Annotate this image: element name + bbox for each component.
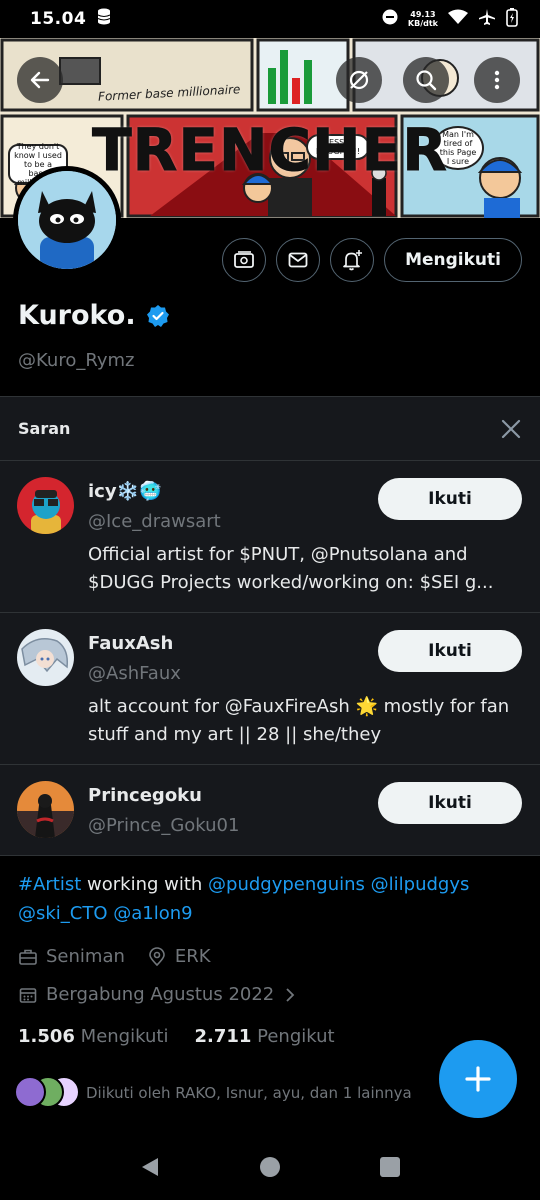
plus-icon [465,1066,491,1092]
mention-link[interactable]: @ski_CTO [18,903,108,924]
battery-icon [506,7,518,32]
circle-home-icon [260,1157,280,1177]
follower-avatars [14,1076,80,1110]
nav-recents-button[interactable] [378,1155,402,1183]
suggestion-item[interactable]: Princegoku @Prince_Goku01 Ikuti [0,765,540,857]
followed-by-row[interactable]: Diikuti oleh RAKO, Isnur, ayu, dan 1 lai… [14,1076,412,1110]
square-recents-icon [380,1157,400,1177]
black-cat-avatar-icon [18,171,116,269]
suggestions-header: Saran [0,397,540,461]
wifi-icon [448,9,468,30]
icy-avatar-icon [17,477,74,534]
notifications-button[interactable] [330,238,375,282]
suggestion-name: Princegoku [88,785,202,806]
fauxash-avatar-icon [17,629,74,686]
follow-button[interactable]: Ikuti [378,782,522,824]
nav-back-button[interactable] [138,1155,162,1183]
airplane-icon [478,8,496,31]
close-icon [501,419,521,438]
suggestion-avatar[interactable] [17,629,74,686]
do-not-disturb-icon [382,9,398,30]
suggestion-avatar[interactable] [17,477,74,534]
following-stat[interactable]: 1.506 Mengikuti [18,1026,168,1047]
follow-button[interactable]: Ikuti [378,630,522,672]
briefcase-icon [19,949,37,965]
profession: Seniman [46,946,125,967]
profile-avatar[interactable] [13,166,121,274]
follow-stats: 1.506 Mengikuti 2.711 Pengikut [18,1026,335,1047]
following-count: 1.506 [18,1026,75,1047]
bio-text: working with [81,874,209,895]
profile-bio: #Artist working with @pudgypenguins @lil… [18,870,522,928]
arrow-left-icon [30,71,50,89]
hashtag-link[interactable]: #Artist [18,874,81,895]
followers-stat[interactable]: 2.711 Pengikut [194,1026,334,1047]
suggestion-item[interactable]: FauxAsh @AshFaux alt account for @FauxFi… [0,613,540,765]
money-icon [234,251,254,268]
calendar-icon [19,987,37,1003]
subscribe-button[interactable] [222,238,267,282]
princegoku-avatar-icon [17,781,74,838]
grok-button[interactable] [336,57,382,103]
avatar [18,171,116,269]
search-icon [416,70,437,91]
grok-icon [349,70,369,90]
display-name: Kuroko. [18,300,136,331]
suggestion-name: icy❄️🥶 [88,481,162,502]
suggestion-avatar[interactable] [17,781,74,838]
chevron-right-icon [286,987,295,1002]
suggestions-panel: Saran icy❄️🥶 @Ice_drawsart Official arti… [0,396,540,856]
suggestions-title: Saran [18,419,71,438]
avatar [14,1076,46,1108]
more-vertical-icon [494,70,500,90]
profile-actions: Mengikuti [222,238,522,282]
profile-handle: @Kuro_Rymz [18,350,135,371]
followers-count: 2.711 [194,1026,252,1047]
search-button[interactable] [403,57,449,103]
suggestion-handle: @AshFaux [88,663,181,684]
join-date: Bergabung Agustus 2022 [46,984,275,1005]
net-speed-unit: KB/dtk [407,19,438,28]
status-time: 15.04 [30,9,87,29]
envelope-icon [288,252,308,268]
profile-meta-row: Seniman ERK [18,946,211,967]
following-label: Mengikuti [80,1026,169,1047]
suggestion-handle: @Prince_Goku01 [88,815,240,836]
message-button[interactable] [276,238,321,282]
compose-post-button[interactable] [439,1040,517,1118]
more-options-button[interactable] [474,57,520,103]
followed-by-text: Diikuti oleh RAKO, Isnur, ayu, dan 1 lai… [86,1084,412,1102]
join-date-row[interactable]: Bergabung Agustus 2022 [18,984,298,1005]
system-nav-bar [0,1138,540,1200]
suggestion-item[interactable]: icy❄️🥶 @Ice_drawsart Official artist for… [0,461,540,613]
suggestion-name: FauxAsh [88,633,174,654]
bell-plus-icon [343,250,363,271]
triangle-back-icon [142,1158,158,1176]
suggestion-bio: alt account for @FauxFireAsh 🌟 mostly fo… [88,696,510,745]
follow-button[interactable]: Ikuti [378,478,522,520]
suggestion-bio: Official artist for $PNUT, @Pnutsolana a… [88,544,494,593]
mention-link[interactable]: @a1lon9 [113,903,192,924]
location: ERK [174,946,211,967]
mention-link[interactable]: @lilpudgys [371,874,470,895]
following-button[interactable]: Mengikuti [384,238,522,282]
profile-name: Kuroko. [18,300,170,331]
suggestion-handle: @Ice_drawsart [88,511,221,532]
mention-link[interactable]: @pudgypenguins [208,874,365,895]
followers-label: Pengikut [257,1026,335,1047]
close-suggestions-button[interactable] [500,418,522,440]
back-button[interactable] [17,57,63,103]
status-bar: 15.04 49.13 KB/dtk [0,0,540,38]
location-pin-icon [149,946,165,966]
nav-home-button[interactable] [258,1155,282,1183]
net-speed-value: 49.13 [410,10,436,19]
net-speed: 49.13 KB/dtk [408,10,438,28]
database-icon [96,8,112,31]
verified-badge-icon [146,304,169,327]
